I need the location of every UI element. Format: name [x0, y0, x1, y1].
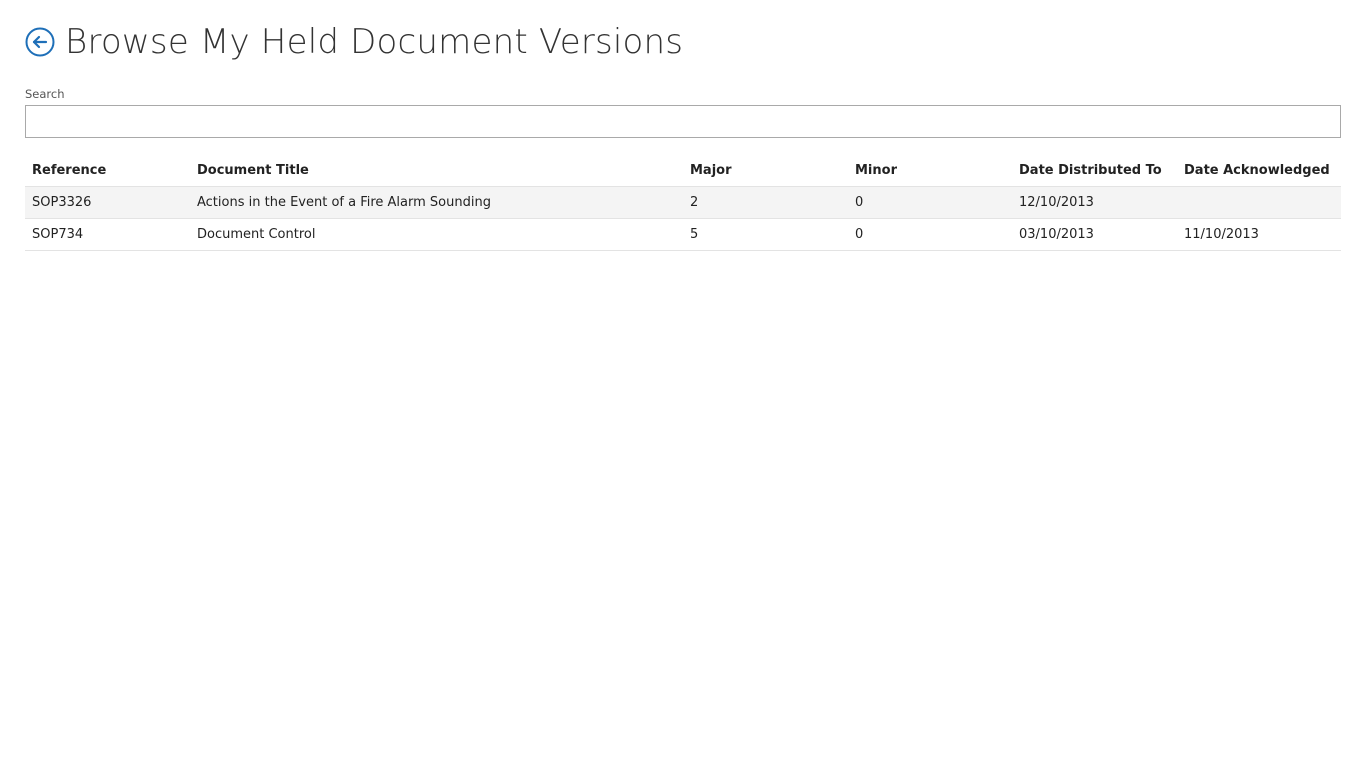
- table-row[interactable]: SOP3326 Actions in the Event of a Fire A…: [25, 187, 1341, 219]
- search-label: Search: [25, 87, 65, 101]
- cell-reference: SOP734: [32, 227, 84, 242]
- page: Browse My Held Document Versions Search …: [0, 0, 1366, 768]
- column-header-date-acknowledged[interactable]: Date Acknowledged: [1177, 163, 1341, 178]
- column-header-minor[interactable]: Minor: [848, 163, 1012, 178]
- cell-minor: 0: [855, 227, 864, 242]
- column-header-document-title[interactable]: Document Title: [190, 163, 683, 178]
- cell-document-title: Actions in the Event of a Fire Alarm Sou…: [197, 195, 491, 210]
- page-title: Browse My Held Document Versions: [65, 22, 684, 62]
- cell-date-distributed: 12/10/2013: [1019, 195, 1094, 210]
- column-header-major[interactable]: Major: [683, 163, 848, 178]
- table-header-row: Reference Document Title Major Minor Dat…: [25, 155, 1341, 187]
- cell-minor: 0: [855, 195, 864, 210]
- column-header-reference[interactable]: Reference: [25, 163, 190, 178]
- cell-document-title: Document Control: [197, 227, 316, 242]
- search-input[interactable]: [25, 105, 1341, 138]
- cell-major: 2: [690, 195, 699, 210]
- table-row[interactable]: SOP734 Document Control 5 0 03/10/2013 1…: [25, 219, 1341, 251]
- cell-major: 5: [690, 227, 699, 242]
- documents-table: Reference Document Title Major Minor Dat…: [25, 155, 1341, 251]
- column-header-date-distributed[interactable]: Date Distributed To: [1012, 163, 1177, 178]
- header: Browse My Held Document Versions: [25, 18, 683, 66]
- cell-reference: SOP3326: [32, 195, 92, 210]
- back-button[interactable]: [25, 27, 55, 57]
- cell-date-acknowledged: 11/10/2013: [1184, 227, 1259, 242]
- cell-date-distributed: 03/10/2013: [1019, 227, 1094, 242]
- back-arrow-circle-icon: [25, 27, 55, 57]
